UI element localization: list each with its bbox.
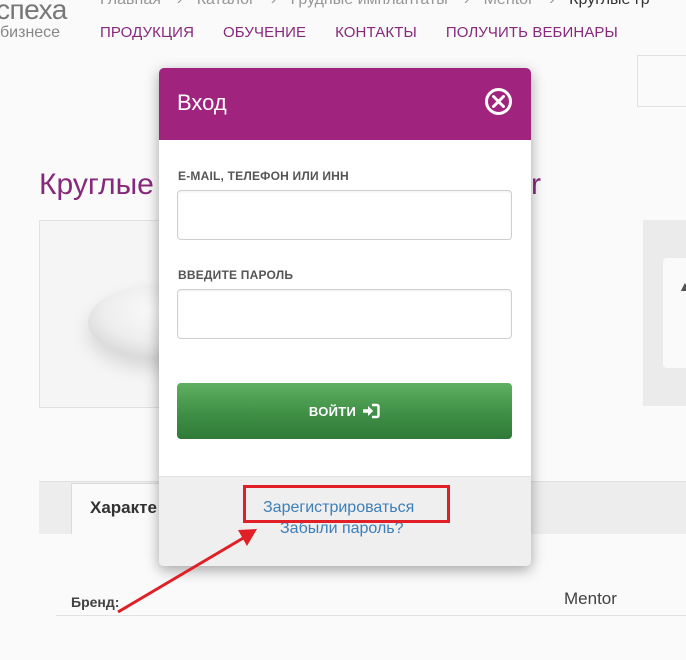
sign-in-icon <box>363 403 380 419</box>
login-button-label: ВОЙТИ <box>308 403 357 419</box>
login-input[interactable] <box>177 190 512 240</box>
password-field-label: ВВЕДИТЕ ПАРОЛЬ <box>178 268 294 282</box>
password-input[interactable] <box>177 289 512 339</box>
modal-title: Вход <box>177 90 227 115</box>
login-field-label: E-MAIL, ТЕЛЕФОН ИЛИ ИНН <box>178 169 349 183</box>
annotation-highlight-box <box>243 485 450 523</box>
login-button[interactable]: ВОЙТИ <box>177 383 512 439</box>
close-icon[interactable] <box>485 88 512 115</box>
modal-header: Вход <box>159 68 531 140</box>
